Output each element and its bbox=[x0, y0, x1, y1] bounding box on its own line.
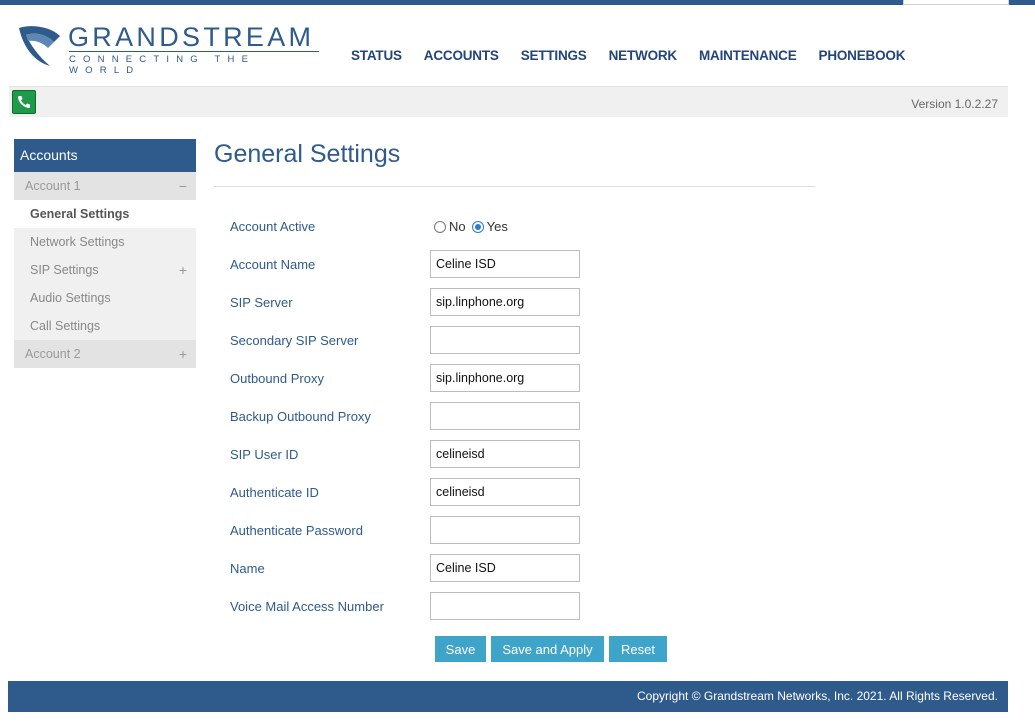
status-bar: Version 1.0.2.27 bbox=[9, 86, 1008, 117]
secondary-sip-server-input[interactable] bbox=[430, 326, 580, 354]
nav-status[interactable]: STATUS bbox=[351, 48, 402, 68]
sidebar-item-audio-settings[interactable]: Audio Settings bbox=[14, 284, 196, 312]
logo-divider bbox=[69, 51, 319, 52]
save-button[interactable]: Save bbox=[435, 636, 486, 662]
voice-mail-access-number-input[interactable] bbox=[430, 592, 580, 620]
sidebar-item-label: Audio Settings bbox=[30, 291, 111, 305]
nav-maintenance[interactable]: MAINTENANCE bbox=[699, 48, 797, 68]
top-nav: STATUS ACCOUNTS SETTINGS NETWORK MAINTEN… bbox=[340, 48, 916, 68]
sidebar-item-call-settings[interactable]: Call Settings bbox=[14, 312, 196, 340]
expand-icon[interactable]: + bbox=[179, 256, 187, 284]
authenticate-password-input[interactable] bbox=[430, 516, 580, 544]
account-name-label: Account Name bbox=[230, 257, 316, 272]
nav-network[interactable]: NETWORK bbox=[609, 48, 678, 68]
sip-server-label: SIP Server bbox=[230, 295, 293, 310]
page-title: General Settings bbox=[214, 140, 401, 168]
sip-user-id-input[interactable] bbox=[430, 440, 580, 468]
sidebar-header: Accounts bbox=[14, 139, 196, 172]
sidebar-item-label: SIP Settings bbox=[30, 263, 99, 277]
reset-button[interactable]: Reset bbox=[609, 636, 667, 662]
account-active-no-label: No bbox=[449, 219, 466, 234]
backup-outbound-proxy-label: Backup Outbound Proxy bbox=[230, 409, 371, 424]
sidebar-item-network-settings[interactable]: Network Settings bbox=[14, 228, 196, 256]
top-strip bbox=[0, 0, 1035, 5]
sidebar-item-label: Network Settings bbox=[30, 235, 125, 249]
voice-mail-access-number-label: Voice Mail Access Number bbox=[230, 599, 384, 614]
outbound-proxy-label: Outbound Proxy bbox=[230, 371, 324, 386]
copyright-text: Copyright © Grandstream Networks, Inc. 2… bbox=[637, 689, 998, 703]
account-active-yes-radio[interactable] bbox=[471, 220, 484, 233]
sidebar-account-1[interactable]: Account 1 − bbox=[14, 172, 196, 200]
sidebar-item-general-settings[interactable]: General Settings bbox=[14, 200, 196, 228]
outbound-proxy-input[interactable] bbox=[430, 364, 580, 392]
top-right-tab bbox=[903, 0, 1009, 5]
account-active-yes-label: Yes bbox=[486, 219, 508, 234]
expand-icon[interactable]: + bbox=[179, 340, 187, 368]
account-name-input[interactable] bbox=[430, 250, 580, 278]
nav-phonebook[interactable]: PHONEBOOK bbox=[819, 48, 906, 68]
footer: Copyright © Grandstream Networks, Inc. 2… bbox=[8, 681, 1008, 712]
sidebar-account-2-label: Account 2 bbox=[25, 347, 81, 361]
sidebar-item-label: Call Settings bbox=[30, 319, 101, 333]
sidebar-item-label: General Settings bbox=[30, 207, 130, 221]
authenticate-id-input[interactable] bbox=[430, 478, 580, 506]
account-active-label: Account Active bbox=[230, 219, 316, 234]
grandstream-logo-icon bbox=[19, 26, 60, 66]
title-divider bbox=[214, 186, 815, 187]
brand-name: GRANDSTREAM bbox=[68, 22, 315, 52]
brand-tagline: CONNECTING THE WORLD bbox=[69, 54, 256, 76]
nav-settings[interactable]: SETTINGS bbox=[521, 48, 587, 68]
grandstream-logo: GRANDSTREAM CONNECTING THE WORLD bbox=[16, 22, 326, 76]
account-active-no-radio[interactable] bbox=[434, 220, 446, 233]
backup-outbound-proxy-input[interactable] bbox=[430, 402, 580, 430]
name-input[interactable] bbox=[430, 554, 580, 582]
account-active-radio-group: No Yes bbox=[434, 219, 514, 234]
sip-server-input[interactable] bbox=[430, 288, 580, 316]
phone-icon[interactable] bbox=[12, 90, 36, 114]
sidebar-account-1-label: Account 1 bbox=[25, 179, 81, 193]
nav-accounts[interactable]: ACCOUNTS bbox=[424, 48, 499, 68]
sip-user-id-label: SIP User ID bbox=[230, 447, 299, 462]
secondary-sip-server-label: Secondary SIP Server bbox=[230, 333, 359, 348]
save-and-apply-button[interactable]: Save and Apply bbox=[491, 636, 604, 662]
authenticate-password-label: Authenticate Password bbox=[230, 523, 363, 538]
sidebar-account-2[interactable]: Account 2 + bbox=[14, 340, 196, 368]
firmware-version: Version 1.0.2.27 bbox=[911, 97, 998, 111]
collapse-icon[interactable]: − bbox=[179, 172, 187, 200]
authenticate-id-label: Authenticate ID bbox=[230, 485, 319, 500]
sidebar-item-sip-settings[interactable]: SIP Settings + bbox=[14, 256, 196, 284]
name-label: Name bbox=[230, 561, 265, 576]
sidebar: Accounts Account 1 − General Settings Ne… bbox=[14, 139, 196, 368]
